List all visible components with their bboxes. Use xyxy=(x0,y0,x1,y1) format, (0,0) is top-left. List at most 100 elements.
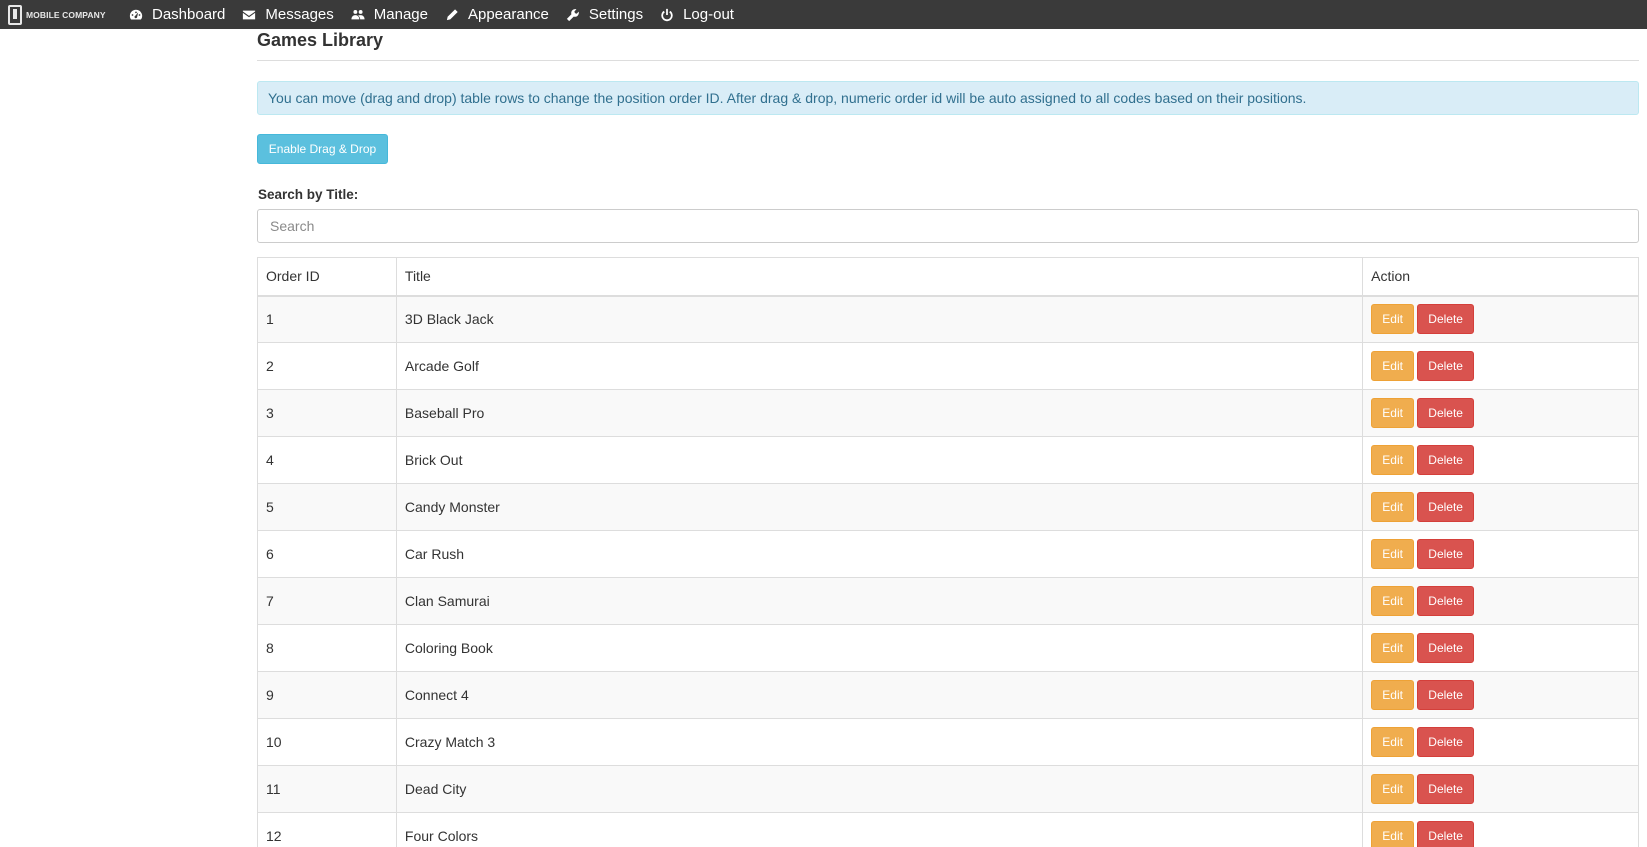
dashboard-icon xyxy=(128,7,144,23)
brand-logo[interactable]: MOBILE COMPANY xyxy=(8,0,128,29)
row-title: Arcade Golf xyxy=(395,342,1364,390)
row-title: Candy Monster xyxy=(395,483,1364,531)
edit-button[interactable]: Edit xyxy=(1371,680,1415,710)
row-title: Coloring Book xyxy=(395,624,1364,672)
table-row[interactable]: 8 Coloring Book Edit Delete xyxy=(257,624,1639,672)
games-table: Order ID Title Action 1 3D Black Jack Ed… xyxy=(257,257,1639,847)
delete-button[interactable]: Delete xyxy=(1417,633,1475,663)
row-actions: Edit Delete xyxy=(1362,577,1639,625)
row-actions: Edit Delete xyxy=(1362,718,1639,766)
row-title: Four Colors xyxy=(395,812,1364,847)
table-row[interactable]: 2 Arcade Golf Edit Delete xyxy=(257,342,1639,390)
enable-drag-drop-button[interactable]: Enable Drag & Drop xyxy=(257,134,388,164)
table-row[interactable]: 9 Connect 4 Edit Delete xyxy=(257,671,1639,719)
edit-button[interactable]: Edit xyxy=(1371,445,1415,475)
row-order-id: 6 xyxy=(257,530,397,578)
row-order-id: 8 xyxy=(257,624,397,672)
row-actions: Edit Delete xyxy=(1362,436,1639,484)
nav-item-logout[interactable]: Log-out xyxy=(659,0,734,29)
nav-label-logout: Log-out xyxy=(683,6,734,23)
header-title[interactable]: Title xyxy=(395,257,1364,297)
row-actions: Edit Delete xyxy=(1362,671,1639,719)
edit-button[interactable]: Edit xyxy=(1371,633,1415,663)
pencil-icon xyxy=(444,7,460,23)
row-order-id: 12 xyxy=(257,812,397,847)
nav-item-appearance[interactable]: Appearance xyxy=(444,0,549,29)
edit-button[interactable]: Edit xyxy=(1371,304,1415,335)
nav-label-appearance: Appearance xyxy=(467,6,549,23)
delete-button[interactable]: Delete xyxy=(1417,492,1475,522)
header-order-id[interactable]: Order ID xyxy=(257,257,397,297)
delete-button[interactable]: Delete xyxy=(1417,445,1475,475)
nav-label-messages: Messages xyxy=(265,6,334,23)
row-title: Connect 4 xyxy=(395,671,1364,719)
table-row[interactable]: 4 Brick Out Edit Delete xyxy=(257,436,1639,484)
row-title: 3D Black Jack xyxy=(395,295,1364,343)
nav-label-manage: Manage xyxy=(373,6,428,23)
wrench-icon xyxy=(565,7,581,23)
envelope-icon xyxy=(241,7,257,23)
row-order-id: 9 xyxy=(257,671,397,719)
row-actions: Edit Delete xyxy=(1362,530,1639,578)
nav-label-dashboard: Dashboard xyxy=(152,6,226,23)
delete-button[interactable]: Delete xyxy=(1417,774,1475,804)
delete-button[interactable]: Delete xyxy=(1417,821,1475,847)
top-navbar: MOBILE COMPANY Dashboard Messages Manage… xyxy=(0,0,1647,29)
edit-button[interactable]: Edit xyxy=(1371,351,1415,381)
phone-icon xyxy=(8,4,22,25)
delete-button[interactable]: Delete xyxy=(1417,539,1475,569)
edit-button[interactable]: Edit xyxy=(1371,727,1415,757)
row-order-id: 10 xyxy=(257,718,397,766)
page-title: Games Library xyxy=(257,30,384,50)
brand-name: MOBILE COMPANY xyxy=(26,9,106,20)
title-divider xyxy=(257,60,1639,61)
table-row[interactable]: 6 Car Rush Edit Delete xyxy=(257,530,1639,578)
search-label: Search by Title: xyxy=(258,187,359,202)
delete-button[interactable]: Delete xyxy=(1417,304,1475,335)
nav-item-dashboard[interactable]: Dashboard xyxy=(128,0,225,29)
row-title: Baseball Pro xyxy=(395,389,1364,437)
row-order-id: 2 xyxy=(257,342,397,390)
table-row[interactable]: 10 Crazy Match 3 Edit Delete xyxy=(257,718,1639,766)
row-actions: Edit Delete xyxy=(1362,624,1639,672)
table-header-row: Order ID Title Action xyxy=(257,257,1639,297)
search-input[interactable] xyxy=(257,209,1639,243)
row-order-id: 4 xyxy=(257,436,397,484)
row-actions: Edit Delete xyxy=(1362,812,1639,847)
row-order-id: 3 xyxy=(257,389,397,437)
edit-button[interactable]: Edit xyxy=(1371,586,1415,616)
row-title: Dead City xyxy=(395,765,1364,813)
row-order-id: 1 xyxy=(257,295,397,343)
table-row[interactable]: 7 Clan Samurai Edit Delete xyxy=(257,577,1639,625)
main-content: Games Library You can move (drag and dro… xyxy=(257,29,1639,847)
nav-item-settings[interactable]: Settings xyxy=(565,0,643,29)
edit-button[interactable]: Edit xyxy=(1371,774,1415,804)
table-row[interactable]: 3 Baseball Pro Edit Delete xyxy=(257,389,1639,437)
info-alert: You can move (drag and drop) table rows … xyxy=(257,81,1639,115)
header-action: Action xyxy=(1362,257,1639,297)
row-actions: Edit Delete xyxy=(1362,295,1639,343)
row-actions: Edit Delete xyxy=(1362,483,1639,531)
edit-button[interactable]: Edit xyxy=(1371,398,1415,428)
edit-button[interactable]: Edit xyxy=(1371,492,1415,522)
table-row[interactable]: 1 3D Black Jack Edit Delete xyxy=(257,295,1639,343)
row-title: Car Rush xyxy=(395,530,1364,578)
table-row[interactable]: 11 Dead City Edit Delete xyxy=(257,765,1639,813)
delete-button[interactable]: Delete xyxy=(1417,727,1475,757)
row-order-id: 11 xyxy=(257,765,397,813)
nav-item-messages[interactable]: Messages xyxy=(241,0,334,29)
nav-label-settings: Settings xyxy=(588,6,644,23)
nav-item-manage[interactable]: Manage xyxy=(350,0,428,29)
delete-button[interactable]: Delete xyxy=(1417,351,1475,381)
edit-button[interactable]: Edit xyxy=(1371,821,1415,847)
row-title: Crazy Match 3 xyxy=(395,718,1364,766)
row-actions: Edit Delete xyxy=(1362,765,1639,813)
delete-button[interactable]: Delete xyxy=(1417,398,1475,428)
row-order-id: 5 xyxy=(257,483,397,531)
table-row[interactable]: 12 Four Colors Edit Delete xyxy=(257,812,1639,847)
delete-button[interactable]: Delete xyxy=(1417,680,1475,710)
edit-button[interactable]: Edit xyxy=(1371,539,1415,569)
table-row[interactable]: 5 Candy Monster Edit Delete xyxy=(257,483,1639,531)
delete-button[interactable]: Delete xyxy=(1417,586,1475,616)
row-actions: Edit Delete xyxy=(1362,389,1639,437)
